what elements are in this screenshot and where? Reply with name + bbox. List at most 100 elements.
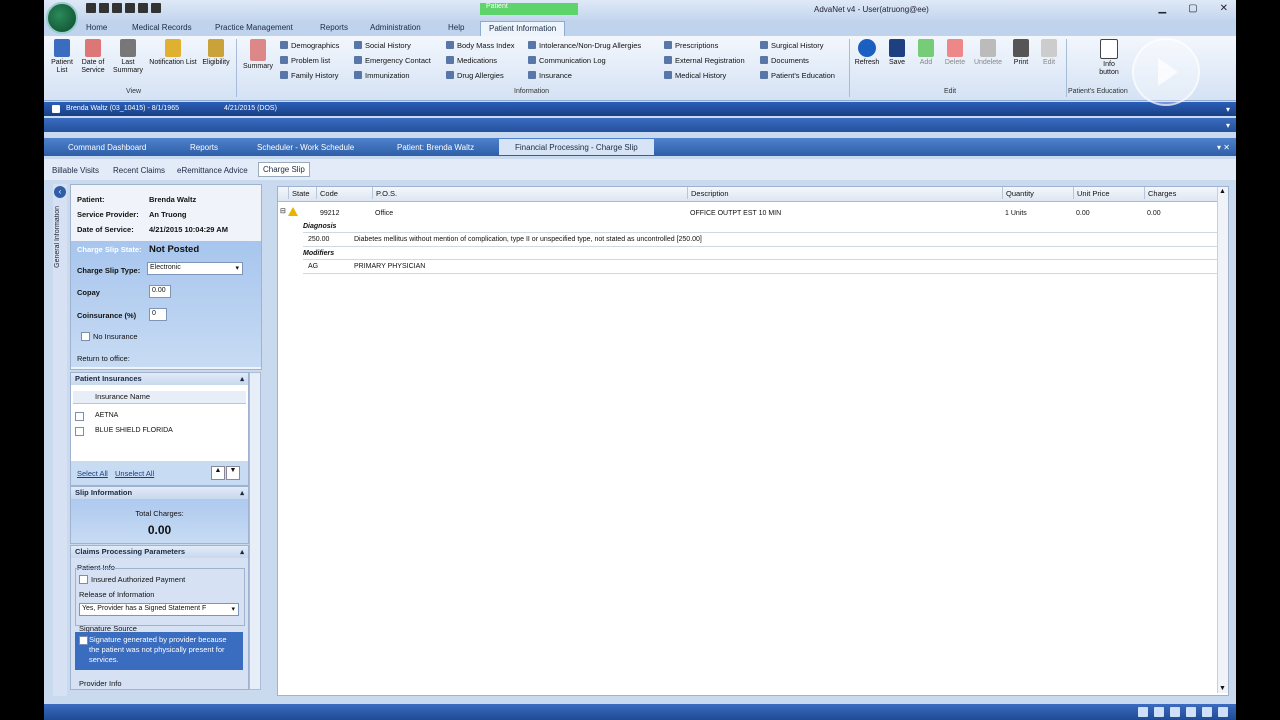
save-icon[interactable] xyxy=(86,3,96,13)
undelete-button[interactable]: Undelete xyxy=(970,39,1006,67)
status-icon[interactable] xyxy=(1170,707,1180,717)
collapse-icon[interactable]: ▴ xyxy=(240,487,244,499)
coinsurance-input[interactable]: 0 xyxy=(149,308,167,321)
status-icon[interactable] xyxy=(1138,707,1148,717)
add-button[interactable]: Add xyxy=(912,39,940,67)
col-unit-price[interactable]: Unit Price xyxy=(1073,187,1110,199)
signature-source-option[interactable]: Signature generated by provider because … xyxy=(75,632,243,670)
minimize-ribbon-icon[interactable] xyxy=(138,3,148,13)
prescriptions-item[interactable]: Prescriptions xyxy=(664,41,718,50)
delete-button[interactable]: Delete xyxy=(940,39,970,67)
demographics-item[interactable]: Demographics xyxy=(280,41,339,50)
communication-log-item[interactable]: Communication Log xyxy=(528,56,606,65)
info-button[interactable]: Info button xyxy=(1094,39,1124,77)
scroll-down-icon[interactable]: ▼ xyxy=(1219,685,1226,692)
help-icon[interactable] xyxy=(125,3,135,13)
tab-patient[interactable]: Patient: Brenda Waltz xyxy=(397,143,474,152)
app-logo[interactable] xyxy=(46,2,78,34)
refresh-button[interactable]: Refresh xyxy=(852,39,882,67)
unselect-all-link[interactable]: Unselect All xyxy=(115,469,154,478)
expand-icon[interactable]: ⊟ xyxy=(280,207,286,215)
close-tab-icon[interactable]: ▾ ✕ xyxy=(1217,143,1230,152)
collapse-left-icon[interactable]: ‹ xyxy=(54,186,66,198)
col-description[interactable]: Description xyxy=(687,187,729,199)
scroll-up-icon[interactable]: ▲ xyxy=(1219,188,1226,195)
tab-home[interactable]: Home xyxy=(86,23,107,32)
maximize-icon[interactable]: ▢ xyxy=(1188,3,1197,14)
select-all-link[interactable]: Select All xyxy=(77,469,108,478)
tab-reports-doc[interactable]: Reports xyxy=(190,143,218,152)
patient-bar-patient[interactable]: Brenda Waltz (03_10415) - 8/1/1965 xyxy=(66,105,179,112)
date-of-service-button[interactable]: Date of Service xyxy=(78,39,108,75)
release-select[interactable]: Yes, Provider has a Signed Statement F ▾ xyxy=(79,603,239,616)
body-mass-index-item[interactable]: Body Mass Index xyxy=(446,41,515,50)
chevron-down-icon[interactable]: ▾ xyxy=(1226,121,1230,130)
tab-charge-slip[interactable]: Charge Slip xyxy=(258,162,310,177)
tab-billable-visits[interactable]: Billable Visits xyxy=(52,166,99,175)
last-summary-button[interactable]: Last Summary xyxy=(110,39,146,75)
patients-education-item[interactable]: Patient's Education xyxy=(760,71,835,80)
col-charges[interactable]: Charges xyxy=(1144,187,1176,199)
tab-reports[interactable]: Reports xyxy=(320,23,348,32)
tab-administration[interactable]: Administration xyxy=(370,23,421,32)
insurances-header[interactable]: Patient Insurances ▴ xyxy=(71,373,248,385)
intolerance-item[interactable]: Intolerance/Non-Drug Allergies xyxy=(528,41,641,50)
charge-slip-type-select[interactable]: Electronic ▾ xyxy=(147,262,243,275)
save-button[interactable]: Save xyxy=(882,39,912,67)
insurance-checkbox[interactable] xyxy=(75,412,84,421)
status-icon[interactable] xyxy=(1186,707,1196,717)
insurance-item[interactable]: Insurance xyxy=(528,71,572,80)
documents-item[interactable]: Documents xyxy=(760,56,809,65)
patient-bar-date[interactable]: 4/21/2015 (DOS) xyxy=(224,105,277,112)
insurance-checkbox[interactable] xyxy=(75,427,84,436)
family-history-item[interactable]: Family History xyxy=(280,71,339,80)
collapse-icon[interactable]: ▴ xyxy=(240,546,244,558)
medications-item[interactable]: Medications xyxy=(446,56,497,65)
col-code[interactable]: Code xyxy=(316,187,338,199)
tab-medical-records[interactable]: Medical Records xyxy=(132,23,192,32)
col-quantity[interactable]: Quantity xyxy=(1002,187,1034,199)
external-registration-item[interactable]: External Registration xyxy=(664,56,745,65)
slip-header[interactable]: Slip Information ▴ xyxy=(71,487,248,499)
medical-history-item[interactable]: Medical History xyxy=(664,71,726,80)
sync-icon[interactable] xyxy=(99,3,109,13)
side-collapse-strip[interactable]: ‹ General Information xyxy=(53,184,67,696)
diagnosis-text[interactable]: Diabetes mellitus without mention of com… xyxy=(354,236,702,243)
left-panel-scrollbar[interactable] xyxy=(249,372,261,690)
edit-button[interactable]: Edit xyxy=(1036,39,1062,67)
surgical-history-item[interactable]: Surgical History xyxy=(760,41,824,50)
claims-header[interactable]: Claims Processing Parameters ▴ xyxy=(71,546,248,558)
problem-list-item[interactable]: Problem list xyxy=(280,56,330,65)
insured-authorized-checkbox[interactable] xyxy=(79,575,88,584)
notification-list-button[interactable]: Notification List xyxy=(148,39,198,67)
tab-command-dashboard[interactable]: Command Dashboard xyxy=(68,143,146,152)
move-down-icon[interactable]: ▼ xyxy=(226,466,240,480)
diagnosis-code[interactable]: 250.00 xyxy=(308,236,329,243)
chevron-down-icon[interactable]: ▾ xyxy=(1226,105,1230,114)
print-icon[interactable] xyxy=(112,3,122,13)
tab-eremittance[interactable]: eRemittance Advice xyxy=(177,166,248,175)
tab-recent-claims[interactable]: Recent Claims xyxy=(113,166,165,175)
col-pos[interactable]: P.O.S. xyxy=(372,187,397,199)
collapse-icon[interactable]: ▴ xyxy=(240,373,244,385)
no-insurance-checkbox[interactable] xyxy=(81,332,90,341)
status-icon[interactable] xyxy=(1202,707,1212,717)
modifier-text[interactable]: PRIMARY PHYSICIAN xyxy=(354,263,425,270)
grid-scrollbar[interactable]: ▲ ▼ xyxy=(1217,187,1228,693)
insurance-row[interactable]: AETNA xyxy=(95,412,118,419)
immunization-item[interactable]: Immunization xyxy=(354,71,410,80)
eligibility-button[interactable]: Eligibility xyxy=(198,39,234,67)
drug-allergies-item[interactable]: Drug Allergies xyxy=(446,71,504,80)
emergency-contact-item[interactable]: Emergency Contact xyxy=(354,56,431,65)
summary-button[interactable]: Summary xyxy=(240,39,276,71)
minimize-icon[interactable]: ▁ xyxy=(1158,3,1166,14)
social-history-item[interactable]: Social History xyxy=(354,41,411,50)
close-icon[interactable]: ✕ xyxy=(1220,3,1228,14)
print-button[interactable]: Print xyxy=(1008,39,1034,67)
signature-source-radio[interactable] xyxy=(79,636,88,645)
move-up-icon[interactable]: ▲ xyxy=(211,466,225,480)
tab-scheduler[interactable]: Scheduler - Work Schedule xyxy=(257,143,354,152)
status-icon[interactable] xyxy=(1218,707,1228,717)
status-icon[interactable] xyxy=(1154,707,1164,717)
tab-help[interactable]: Help xyxy=(448,23,464,32)
